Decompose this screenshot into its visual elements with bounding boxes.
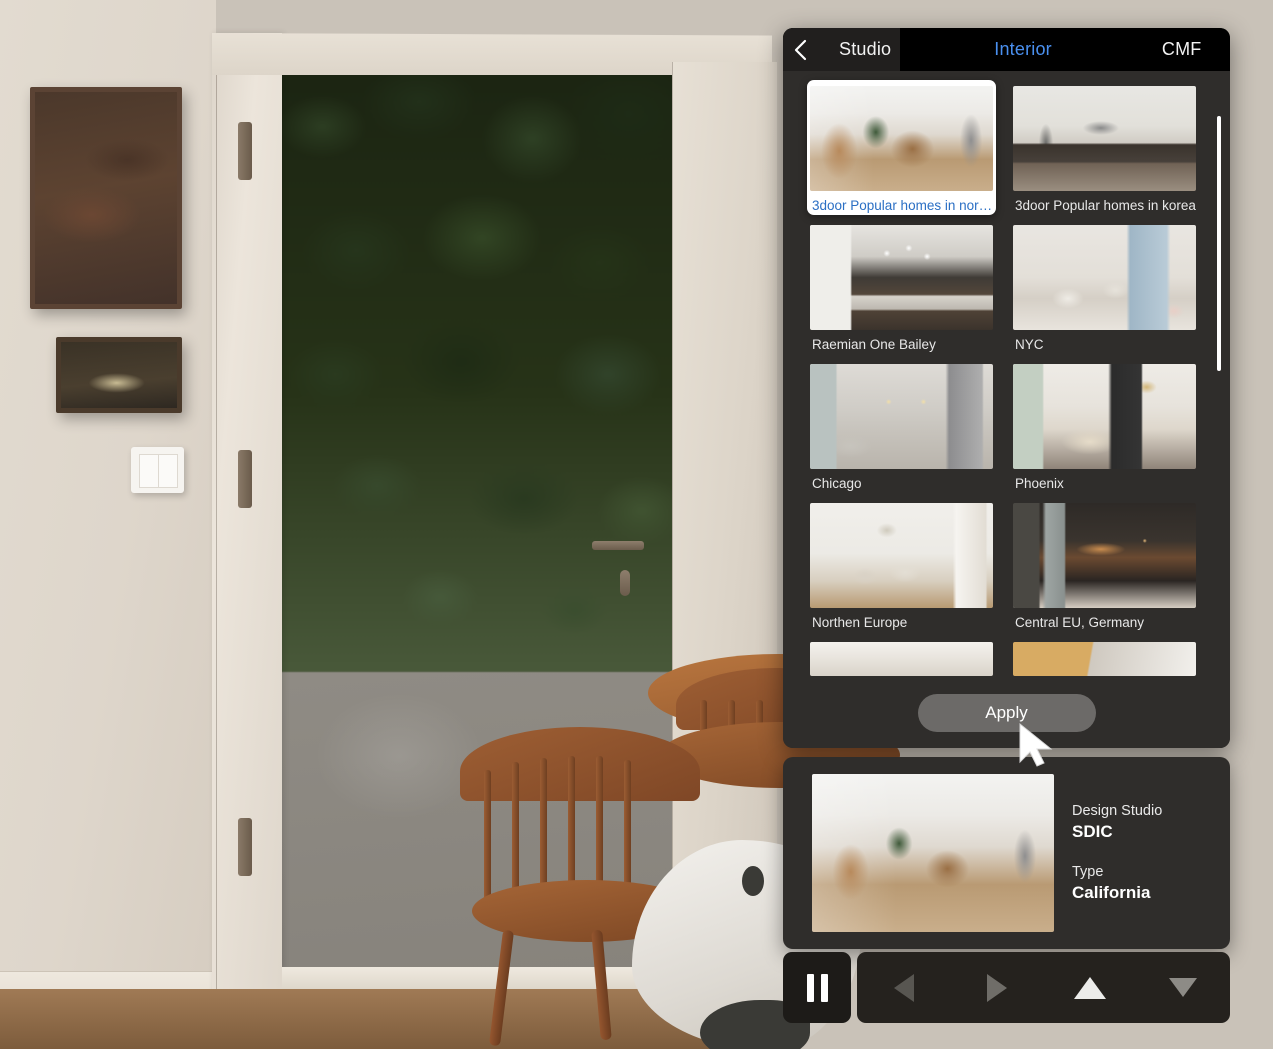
gallery-thumbnail — [1013, 503, 1196, 608]
tab-studio[interactable]: Studio — [839, 39, 891, 60]
door-handle — [592, 541, 644, 550]
gallery-card[interactable]: 3door Popular homes in korea — [1013, 86, 1202, 213]
door-hinge-upper — [238, 122, 252, 180]
gallery-thumbnail — [810, 86, 993, 191]
gallery-caption: Phoenix — [1015, 476, 1064, 491]
triangle-right-icon — [986, 973, 1007, 1002]
door-lock — [620, 570, 630, 596]
gallery-card[interactable]: Chicago — [810, 364, 999, 491]
gallery-caption: Raemian One Bailey — [812, 337, 936, 352]
gallery-thumbnail — [810, 225, 993, 330]
gallery-card[interactable]: 3door Popular homes in north... — [807, 80, 996, 215]
triangle-down-icon — [1169, 978, 1198, 997]
gallery-card[interactable] — [810, 642, 999, 676]
gallery-scroll-region[interactable]: 3door Popular homes in north... 3door Pop… — [783, 71, 1230, 705]
nav-right-button[interactable] — [969, 964, 1025, 1012]
gallery-caption: 3door Popular homes in korea — [1015, 198, 1196, 213]
interior-list-panel: 3door Popular homes in north... 3door Pop… — [783, 28, 1230, 748]
tab-interior[interactable]: Interior — [994, 39, 1052, 60]
gallery-grid: 3door Popular homes in north... 3door Pop… — [783, 71, 1230, 676]
info-label-design-studio: Design Studio — [1072, 803, 1163, 819]
info-fields: Design Studio SDIC Type California — [1072, 803, 1162, 903]
sculpture-hole — [742, 866, 764, 896]
info-label-type: Type — [1072, 864, 1104, 880]
nav-left-button[interactable] — [876, 964, 932, 1012]
gallery-thumbnail — [810, 642, 993, 676]
panel-tabbar: Studio Interior CMF — [783, 28, 1230, 71]
gallery-card[interactable]: Phoenix — [1013, 364, 1202, 491]
gallery-scrollbar-track[interactable] — [1217, 116, 1221, 704]
gallery-caption: 3door Popular homes in north... — [812, 198, 993, 213]
nav-up-button[interactable] — [1062, 964, 1118, 1012]
gallery-thumbnail — [810, 503, 993, 608]
triangle-up-icon — [1074, 976, 1107, 999]
gallery-card[interactable]: Raemian One Bailey — [810, 225, 999, 352]
foliage-greenery — [282, 72, 672, 672]
selection-info-panel: Design Studio SDIC Type California — [783, 757, 1230, 949]
apply-button[interactable]: Apply — [917, 693, 1096, 732]
gallery-thumbnail — [1013, 86, 1196, 191]
triangle-left-icon — [893, 973, 914, 1002]
navigation-bar — [857, 952, 1230, 1023]
door-hinge-mid — [238, 450, 252, 508]
pause-button[interactable] — [783, 952, 851, 1023]
gallery-caption: Northen Europe — [812, 615, 908, 630]
gallery-thumbnail — [1013, 225, 1196, 330]
gallery-caption: Central EU, Germany — [1015, 615, 1145, 630]
info-value-type: California — [1072, 883, 1151, 902]
wall-art-abstract — [30, 87, 182, 309]
selected-design-preview — [812, 774, 1054, 932]
wall-art-landscape — [56, 337, 182, 413]
gallery-scrollbar-thumb[interactable] — [1217, 116, 1221, 371]
light-switch — [131, 447, 184, 493]
gallery-caption: NYC — [1015, 337, 1044, 352]
gallery-card[interactable]: Northen Europe — [810, 503, 999, 630]
apply-bar: Apply — [783, 677, 1230, 748]
gallery-card[interactable] — [1013, 642, 1202, 676]
nav-down-button[interactable] — [1155, 964, 1211, 1012]
gallery-card[interactable]: NYC — [1013, 225, 1202, 352]
info-value-design-studio: SDIC — [1072, 822, 1113, 841]
pause-icon — [806, 973, 828, 1002]
gallery-thumbnail — [810, 364, 993, 469]
tab-cmf[interactable]: CMF — [1162, 39, 1202, 60]
gallery-thumbnail — [1013, 364, 1196, 469]
gallery-caption: Chicago — [812, 476, 862, 491]
gallery-card[interactable]: Central EU, Germany — [1013, 503, 1202, 630]
chevron-left-icon[interactable] — [783, 28, 817, 71]
gallery-thumbnail — [1013, 642, 1196, 676]
door-hinge-lower — [238, 818, 252, 876]
door-frame-left — [212, 33, 282, 1049]
